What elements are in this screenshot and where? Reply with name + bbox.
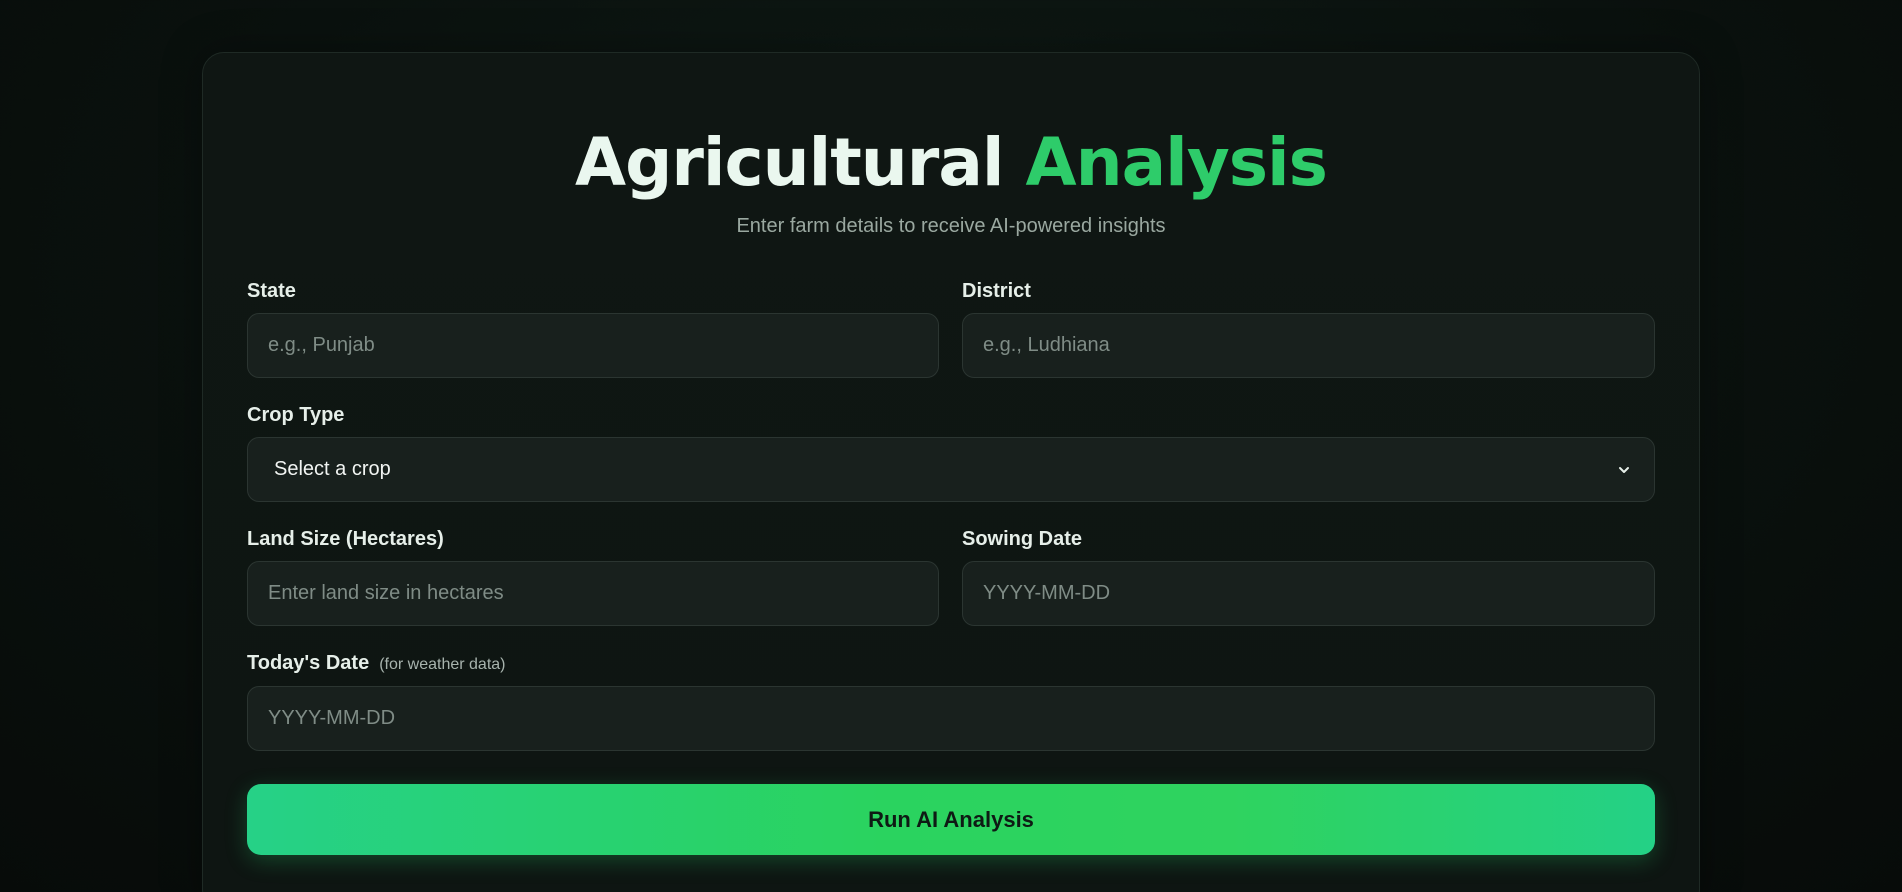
todays-date-label-text: Today's Date — [247, 652, 370, 674]
crop-type-label: Crop Type — [247, 403, 344, 427]
page-title: Agricultural Analysis — [203, 123, 1699, 203]
crop-type-select[interactable]: Select a crop — [247, 437, 1655, 502]
district-input[interactable]: e.g., Ludhiana — [962, 313, 1655, 378]
todays-date-label: Today's Date (for weather data) — [247, 651, 505, 677]
sowing-date-input[interactable]: YYYY-MM-DD — [962, 561, 1655, 626]
crop-type-label-text: Crop Type — [247, 404, 345, 426]
land-size-input[interactable]: Enter land size in hectares — [247, 561, 939, 626]
state-label: State — [247, 279, 296, 303]
run-ai-analysis-label: Run AI Analysis — [868, 806, 1034, 832]
todays-date-hint: (for weather data) — [379, 656, 506, 673]
state-label-text: State — [247, 280, 296, 302]
title-accent: Analysis — [1025, 124, 1328, 201]
chevron-down-icon — [1618, 464, 1630, 476]
district-placeholder: e.g., Ludhiana — [983, 334, 1110, 356]
district-label: District — [962, 279, 1031, 303]
title-main: Agricultural — [575, 124, 1004, 201]
state-input[interactable]: e.g., Punjab — [247, 313, 939, 378]
district-label-text: District — [962, 280, 1031, 302]
state-placeholder: e.g., Punjab — [268, 334, 375, 356]
land-size-label-text: Land Size (Hectares) — [247, 528, 444, 550]
page-subtitle: Enter farm details to receive AI-powered… — [736, 215, 1166, 237]
sowing-date-label: Sowing Date — [962, 527, 1082, 551]
land-size-placeholder: Enter land size in hectares — [268, 582, 504, 604]
land-size-label: Land Size (Hectares) — [247, 527, 444, 551]
todays-date-placeholder: YYYY-MM-DD — [268, 707, 396, 729]
sowing-date-label-text: Sowing Date — [962, 528, 1083, 550]
todays-date-input[interactable]: YYYY-MM-DD — [247, 686, 1655, 751]
analysis-form-card: Agricultural Analysis Enter farm details… — [202, 52, 1700, 892]
run-ai-analysis-button[interactable]: Run AI Analysis — [247, 784, 1655, 855]
crop-type-selected: Select a crop — [274, 458, 391, 480]
sowing-date-placeholder: YYYY-MM-DD — [983, 582, 1111, 604]
